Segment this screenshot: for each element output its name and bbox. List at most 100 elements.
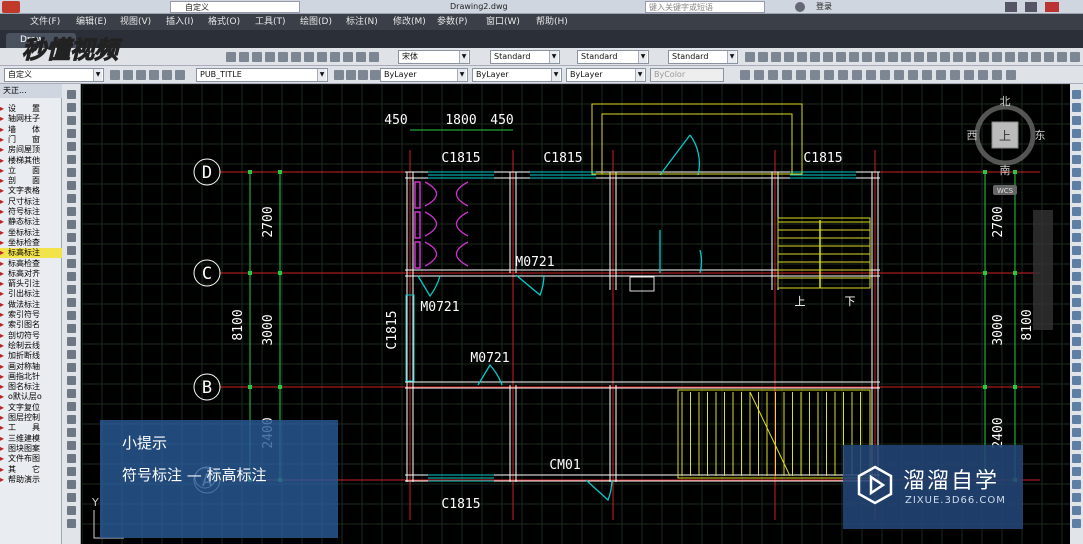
toolbar-button-icon[interactable] bbox=[880, 70, 890, 80]
draw-tool-icon[interactable] bbox=[67, 376, 76, 385]
tarch-menu-item[interactable]: ▸ 引出标注 bbox=[0, 289, 62, 299]
toolbar-button-icon[interactable] bbox=[740, 70, 750, 80]
tarch-menu-item[interactable]: ▸ 符号标注 bbox=[0, 207, 62, 217]
toolbar-button-icon[interactable] bbox=[110, 70, 120, 80]
toolbar-button-icon[interactable] bbox=[754, 70, 764, 80]
toolbar-button-icon[interactable] bbox=[797, 52, 807, 62]
toolbar-button-icon[interactable] bbox=[278, 52, 288, 62]
menu-item-5[interactable]: 工具(T) bbox=[255, 16, 286, 28]
modify-tool-icon[interactable] bbox=[1072, 259, 1081, 268]
color-select[interactable]: ByLayer ▼ bbox=[380, 68, 468, 82]
tarch-menu-item[interactable]: ▸ 图块图案 bbox=[0, 444, 62, 454]
modify-tool-icon[interactable] bbox=[1072, 298, 1081, 307]
modify-tool-icon[interactable] bbox=[1072, 519, 1081, 528]
toolbar-button-icon[interactable] bbox=[1070, 52, 1080, 62]
toolbar-button-icon[interactable] bbox=[265, 52, 275, 62]
toolbar-button-icon[interactable] bbox=[849, 52, 859, 62]
draw-tool-icon[interactable] bbox=[67, 90, 76, 99]
tarch-menu-item[interactable]: ▸ 帮助演示 bbox=[0, 475, 62, 485]
dim-style-select[interactable]: Standard ▼ bbox=[577, 50, 649, 64]
toolbar-button-icon[interactable] bbox=[330, 52, 340, 62]
toolbar-button-icon[interactable] bbox=[862, 52, 872, 62]
menu-item-7[interactable]: 标注(N) bbox=[346, 16, 378, 28]
linetype-select[interactable]: ByLayer ▼ bbox=[472, 68, 562, 82]
tarch-menu-item[interactable]: ▸ 画对称轴 bbox=[0, 362, 62, 372]
toolbar-button-icon[interactable] bbox=[1031, 52, 1041, 62]
tarch-menu-item[interactable]: ▸ 坐标标注 bbox=[0, 228, 62, 238]
modify-tool-icon[interactable] bbox=[1072, 441, 1081, 450]
lineweight-select[interactable]: ByLayer ▼ bbox=[566, 68, 646, 82]
modify-tool-icon[interactable] bbox=[1072, 285, 1081, 294]
toolbar-button-icon[interactable] bbox=[992, 52, 1002, 62]
modify-tool-icon[interactable] bbox=[1072, 363, 1081, 372]
toolbar-button-icon[interactable] bbox=[836, 52, 846, 62]
menu-item-4[interactable]: 格式(O) bbox=[208, 16, 240, 28]
menu-item-0[interactable]: 文件(F) bbox=[30, 16, 60, 28]
modify-tool-icon[interactable] bbox=[1072, 142, 1081, 151]
modify-tool-icon[interactable] bbox=[1072, 233, 1081, 242]
tarch-menu-item[interactable]: ▸ 箭头引注 bbox=[0, 279, 62, 289]
menu-item-9[interactable]: 参数(P) bbox=[437, 16, 467, 28]
toolbar-button-icon[interactable] bbox=[964, 70, 974, 80]
minimize-icon[interactable] bbox=[1005, 2, 1017, 12]
menu-item-11[interactable]: 帮助(H) bbox=[536, 16, 568, 28]
tarch-menu-item[interactable]: ▸ 楼梯其他 bbox=[0, 156, 62, 166]
toolbar-button-icon[interactable] bbox=[950, 70, 960, 80]
text-style-select[interactable]: Standard ▼ bbox=[490, 50, 560, 64]
toolbar-button-icon[interactable] bbox=[940, 52, 950, 62]
tarch-menu-item[interactable]: ▸ 标高检查 bbox=[0, 259, 62, 269]
toolbar-button-icon[interactable] bbox=[149, 70, 159, 80]
modify-tool-icon[interactable] bbox=[1072, 350, 1081, 359]
tarch-menu-item[interactable]: ▸ 静态标注 bbox=[0, 217, 62, 227]
tarch-menu-item[interactable]: ▸ 剖 面 bbox=[0, 176, 62, 186]
tarch-menu-item[interactable]: ▸ 立 面 bbox=[0, 166, 62, 176]
modify-tool-icon[interactable] bbox=[1072, 324, 1081, 333]
tarch-menu-item[interactable]: ▸ o默认层o bbox=[0, 392, 62, 402]
tarch-menu-item[interactable]: ▸ 图名标注 bbox=[0, 382, 62, 392]
modify-tool-icon[interactable] bbox=[1072, 493, 1081, 502]
tarch-menu-item[interactable]: ▸ 房间屋顶 bbox=[0, 145, 62, 155]
toolbar-button-icon[interactable] bbox=[979, 52, 989, 62]
draw-tool-icon[interactable] bbox=[67, 350, 76, 359]
toolbar-button-icon[interactable] bbox=[1006, 70, 1016, 80]
app-logo-icon[interactable] bbox=[2, 1, 20, 13]
draw-tool-icon[interactable] bbox=[67, 142, 76, 151]
toolbar-button-icon[interactable] bbox=[226, 52, 236, 62]
toolbar-button-icon[interactable] bbox=[317, 52, 327, 62]
modify-tool-icon[interactable] bbox=[1072, 454, 1081, 463]
toolbar-button-icon[interactable] bbox=[123, 70, 133, 80]
tarch-menu-item[interactable]: ▸ 画指北针 bbox=[0, 372, 62, 382]
toolbar-button-icon[interactable] bbox=[745, 52, 755, 62]
tarch-menu-item[interactable]: ▸ 索引符号 bbox=[0, 310, 62, 320]
modify-tool-icon[interactable] bbox=[1072, 480, 1081, 489]
toolbar-button-icon[interactable] bbox=[136, 70, 146, 80]
close-icon[interactable] bbox=[1045, 2, 1059, 12]
modify-tool-icon[interactable] bbox=[1072, 389, 1081, 398]
tarch-menu-item[interactable]: ▸ 墙 体 bbox=[0, 125, 62, 135]
draw-tool-icon[interactable] bbox=[67, 324, 76, 333]
draw-tool-icon[interactable] bbox=[67, 194, 76, 203]
draw-tool-icon[interactable] bbox=[67, 168, 76, 177]
modify-tool-icon[interactable] bbox=[1072, 402, 1081, 411]
toolbar-button-icon[interactable] bbox=[796, 70, 806, 80]
draw-tool-icon[interactable] bbox=[67, 155, 76, 164]
modify-tool-icon[interactable] bbox=[1072, 376, 1081, 385]
draw-tool-icon[interactable] bbox=[67, 428, 76, 437]
draw-tool-icon[interactable] bbox=[67, 467, 76, 476]
tarch-menu-item[interactable]: ▸ 尺寸标注 bbox=[0, 197, 62, 207]
tarch-menu-item[interactable]: ▸ 绘制云线 bbox=[0, 341, 62, 351]
tarch-menu-item[interactable]: ▸ 做法标注 bbox=[0, 300, 62, 310]
menu-item-8[interactable]: 修改(M) bbox=[393, 16, 426, 28]
toolbar-button-icon[interactable] bbox=[894, 70, 904, 80]
menu-item-2[interactable]: 视图(V) bbox=[120, 16, 151, 28]
toolbar-button-icon[interactable] bbox=[358, 70, 368, 80]
modify-tool-icon[interactable] bbox=[1072, 168, 1081, 177]
toolbar-button-icon[interactable] bbox=[866, 70, 876, 80]
toolbar-button-icon[interactable] bbox=[823, 52, 833, 62]
modify-tool-icon[interactable] bbox=[1072, 311, 1081, 320]
draw-tool-icon[interactable] bbox=[67, 259, 76, 268]
modify-tool-icon[interactable] bbox=[1072, 467, 1081, 476]
toolbar-button-icon[interactable] bbox=[291, 52, 301, 62]
toolbar-button-icon[interactable] bbox=[356, 52, 366, 62]
toolbar-button-icon[interactable] bbox=[370, 70, 380, 80]
